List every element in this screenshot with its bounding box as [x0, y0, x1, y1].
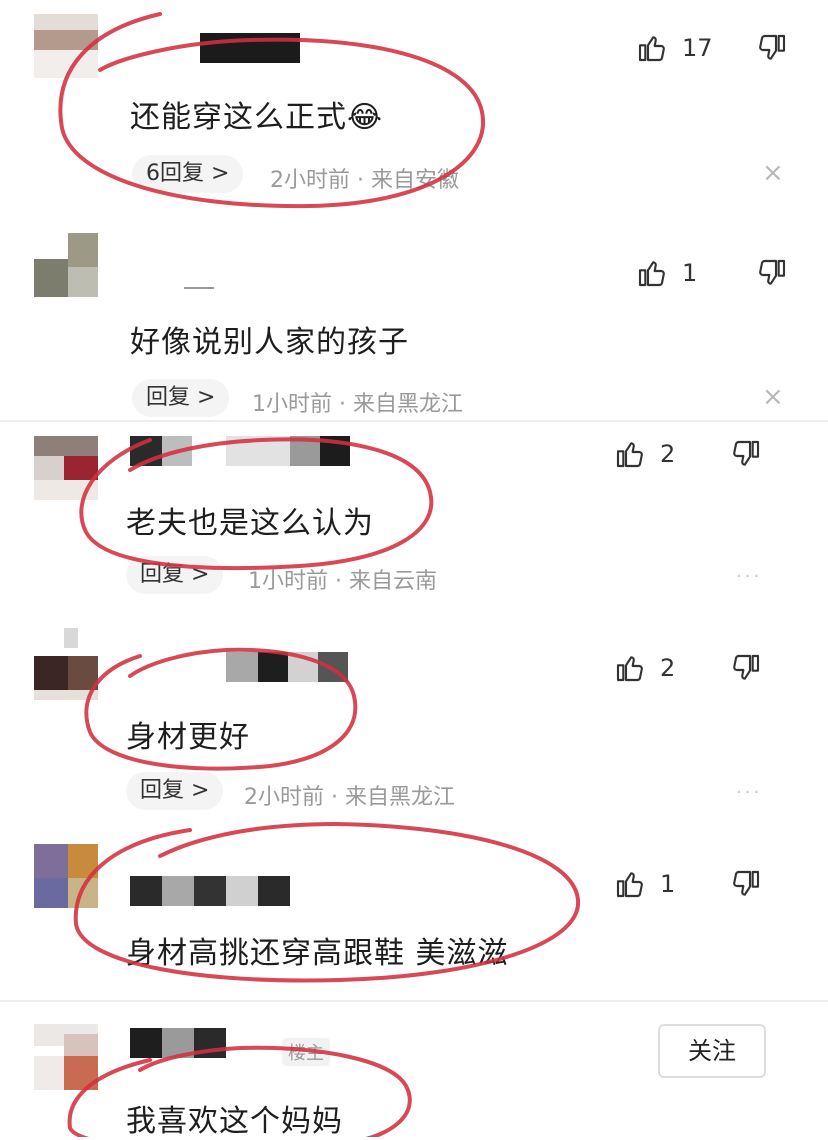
comment-meta: 2小时前 · 来自安徽 [270, 168, 460, 193]
like-count: 2 [660, 654, 676, 682]
comment-3: 老夫也是这么认为 回复 > 1小时前 · 来自云南 2 ··· [0, 422, 828, 622]
comment-1: 还能穿这么正式😂 6回复 > 2小时前 · 来自安徽 17 × [0, 0, 828, 215]
comment-text: 老夫也是这么认为 [126, 506, 374, 541]
comment-2: 好像说别人家的孩子 回复 > 1小时前 · 来自黑龙江 1 × [0, 215, 828, 420]
dislike-button[interactable] [756, 32, 792, 68]
author-badge: 楼主 [282, 1038, 330, 1066]
avatar[interactable] [34, 844, 98, 908]
reply-button[interactable]: 回复 > [126, 556, 224, 594]
thumbs-up-icon [638, 36, 665, 62]
username-masked[interactable] [130, 1028, 226, 1058]
username-masked[interactable] [226, 652, 348, 682]
thumbs-down-icon [759, 34, 786, 60]
timestamp: 1小时前 [248, 569, 328, 594]
thumbs-up-icon [616, 872, 643, 898]
avatar[interactable] [34, 628, 98, 700]
comment-meta: 1小时前 · 来自云南 [248, 569, 438, 594]
like-count: 17 [682, 34, 713, 62]
dislike-button[interactable] [730, 652, 766, 688]
username-masked[interactable] [130, 436, 350, 466]
follow-button[interactable]: 关注 [658, 1024, 766, 1078]
comment-5: 身材高挑还穿高跟鞋 美滋滋 1 [0, 832, 828, 1000]
location: 来自云南 [349, 569, 438, 594]
avatar[interactable] [34, 14, 98, 78]
like-button[interactable]: 2 [614, 648, 704, 688]
location: 来自黑龙江 [353, 392, 464, 417]
close-icon[interactable]: × [762, 158, 784, 188]
avatar[interactable] [34, 1024, 98, 1090]
like-count: 1 [682, 259, 698, 287]
thumbs-down-icon [733, 870, 760, 896]
timestamp: 1小时前 [252, 392, 332, 417]
location: 来自安徽 [371, 168, 460, 193]
comment-text: 好像说别人家的孩子 [130, 325, 409, 360]
thumbs-up-icon [616, 656, 643, 682]
thumbs-up-icon [638, 261, 665, 287]
timestamp: 2小时前 [244, 785, 324, 810]
thumbs-down-icon [733, 654, 760, 680]
like-button[interactable]: 1 [614, 864, 704, 904]
like-button[interactable]: 1 [636, 253, 726, 293]
username-masked[interactable] [184, 279, 214, 309]
comment-text: 我喜欢这个妈妈 [126, 1104, 343, 1139]
timestamp: 2小时前 [270, 168, 350, 193]
location: 来自黑龙江 [345, 785, 456, 810]
comment-text: 身材更好 [126, 720, 250, 755]
more-dots-icon[interactable]: ··· [736, 782, 762, 803]
username-masked[interactable] [130, 876, 290, 906]
comment-meta: 2小时前 · 来自黑龙江 [244, 785, 456, 810]
thumbs-down-icon [759, 259, 786, 285]
like-button[interactable]: 2 [614, 434, 704, 474]
dislike-button[interactable] [730, 438, 766, 474]
dislike-button[interactable] [730, 868, 766, 904]
thumbs-up-icon [616, 442, 643, 468]
reply-button[interactable]: 回复 > [132, 379, 230, 417]
comment-4: 身材更好 回复 > 2小时前 · 来自黑龙江 2 ··· [0, 622, 828, 832]
close-icon[interactable]: × [762, 382, 784, 412]
avatar[interactable] [34, 233, 98, 297]
dislike-button[interactable] [756, 257, 792, 293]
reply-button[interactable]: 6回复 > [132, 155, 244, 193]
like-count: 2 [660, 440, 676, 468]
avatar[interactable] [34, 436, 98, 500]
comment-6: 楼主 我喜欢这个妈妈 关注 [0, 1002, 828, 1139]
like-button[interactable]: 17 [636, 28, 726, 68]
reply-button[interactable]: 回复 > [126, 772, 224, 810]
like-count: 1 [660, 870, 676, 898]
more-dots-icon[interactable]: ··· [736, 566, 762, 587]
username-masked[interactable] [200, 33, 300, 63]
thumbs-down-icon [733, 440, 760, 466]
comment-text: 还能穿这么正式😂 [130, 100, 384, 135]
comment-text: 身材高挑还穿高跟鞋 美滋滋 [126, 936, 509, 971]
comment-meta: 1小时前 · 来自黑龙江 [252, 392, 464, 417]
